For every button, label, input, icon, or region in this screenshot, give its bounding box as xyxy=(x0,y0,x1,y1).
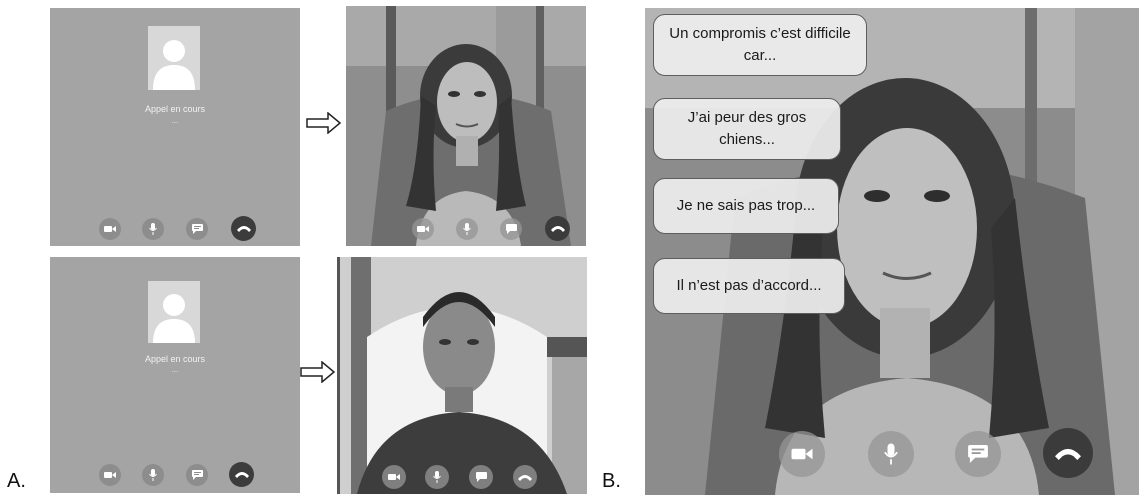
transition-arrow-icon xyxy=(300,361,336,383)
female-virtual-agent-large xyxy=(645,8,1139,495)
hang-up-button[interactable] xyxy=(513,465,537,489)
microphone-button[interactable] xyxy=(868,431,914,477)
call-status-text: Appel en cours xyxy=(144,354,206,364)
video-button[interactable] xyxy=(412,218,434,240)
microphone-button[interactable] xyxy=(425,465,449,489)
chat-bubble-icon xyxy=(191,224,203,234)
video-call-female-agent xyxy=(346,6,586,246)
chat-bubble-icon xyxy=(475,472,487,482)
hang-up-phone-icon xyxy=(1055,448,1081,460)
default-avatar-icon xyxy=(148,281,200,343)
microphone-icon xyxy=(149,223,157,235)
chat-bubble-icon xyxy=(968,445,988,463)
panel-label-a: A. xyxy=(7,470,26,492)
hang-up-phone-icon xyxy=(518,474,532,481)
video-camera-icon xyxy=(388,474,400,480)
video-button[interactable] xyxy=(99,218,121,240)
chat-bubble-icon xyxy=(191,470,203,480)
chat-bubble-icon xyxy=(505,224,517,234)
video-camera-icon xyxy=(104,226,116,232)
default-avatar-icon xyxy=(148,26,200,90)
video-button[interactable] xyxy=(99,464,121,486)
microphone-icon xyxy=(463,223,471,235)
microphone-button[interactable] xyxy=(142,464,164,486)
microphone-button[interactable] xyxy=(142,218,164,240)
hang-up-phone-icon xyxy=(550,226,565,232)
microphone-button[interactable] xyxy=(456,218,478,240)
video-button[interactable] xyxy=(382,465,406,489)
female-virtual-agent xyxy=(346,6,586,246)
microphone-icon xyxy=(149,469,157,481)
hang-up-phone-icon xyxy=(236,226,251,232)
chat-button[interactable] xyxy=(469,465,493,489)
chat-button[interactable] xyxy=(955,431,1001,477)
calling-screen-female: Appel en cours ... xyxy=(50,8,300,246)
call-status-dots: ... xyxy=(171,365,179,374)
video-button[interactable] xyxy=(779,431,825,477)
call-status-text: Appel en cours xyxy=(144,104,206,114)
dialogue-choice-1[interactable]: Un compromis c’est difficile car... xyxy=(653,14,867,76)
video-call-male-agent xyxy=(337,257,587,494)
dialogue-choice-3[interactable]: Je ne sais pas trop... xyxy=(653,178,839,234)
video-camera-icon xyxy=(791,448,813,460)
call-status-dots: ... xyxy=(171,116,179,125)
transition-arrow-icon xyxy=(306,112,342,134)
chat-button[interactable] xyxy=(500,218,522,240)
video-camera-icon xyxy=(104,472,116,478)
hang-up-phone-icon xyxy=(234,472,249,478)
hang-up-button[interactable] xyxy=(1043,428,1093,478)
microphone-icon xyxy=(433,471,441,483)
hang-up-button[interactable] xyxy=(545,216,570,241)
panel-label-b: B. xyxy=(602,470,621,492)
chat-button[interactable] xyxy=(186,464,208,486)
dialogue-choice-4[interactable]: Il n’est pas d’accord... xyxy=(653,258,845,314)
microphone-icon xyxy=(884,443,898,465)
video-camera-icon xyxy=(417,226,429,232)
hang-up-button[interactable] xyxy=(231,216,256,241)
dialogue-choice-2[interactable]: J’ai peur des gros chiens... xyxy=(653,98,841,160)
hang-up-button[interactable] xyxy=(229,462,254,487)
male-virtual-agent xyxy=(337,257,587,494)
video-call-dialogue-view: Un compromis c’est difficile car... J’ai… xyxy=(645,8,1139,495)
calling-screen-male: Appel en cours ... xyxy=(50,257,300,493)
chat-button[interactable] xyxy=(186,218,208,240)
